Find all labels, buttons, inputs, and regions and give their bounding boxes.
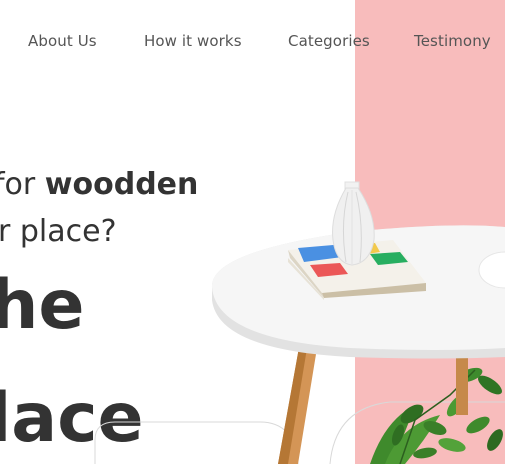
plant-icon xyxy=(370,367,503,464)
hero-subheading-line1: for woodden xyxy=(0,167,198,202)
nav-how-it-works-link[interactable]: How it works xyxy=(144,32,242,50)
top-navigation: About Us How it works Categories Testimo… xyxy=(0,0,505,84)
hero-subheading-line2: r place? xyxy=(0,214,117,249)
nav-about-us-link[interactable]: About Us xyxy=(28,32,97,50)
nav-testimony-link[interactable]: Testimony xyxy=(414,32,491,50)
hero-table-illustration xyxy=(211,181,505,464)
hero-heading-line1: he xyxy=(0,266,85,345)
hero-subheading-bold: woodden xyxy=(44,167,199,202)
vase-icon xyxy=(332,181,375,266)
hero-subheading-lead: for xyxy=(0,167,36,202)
nav-categories-link[interactable]: Categories xyxy=(288,32,370,50)
